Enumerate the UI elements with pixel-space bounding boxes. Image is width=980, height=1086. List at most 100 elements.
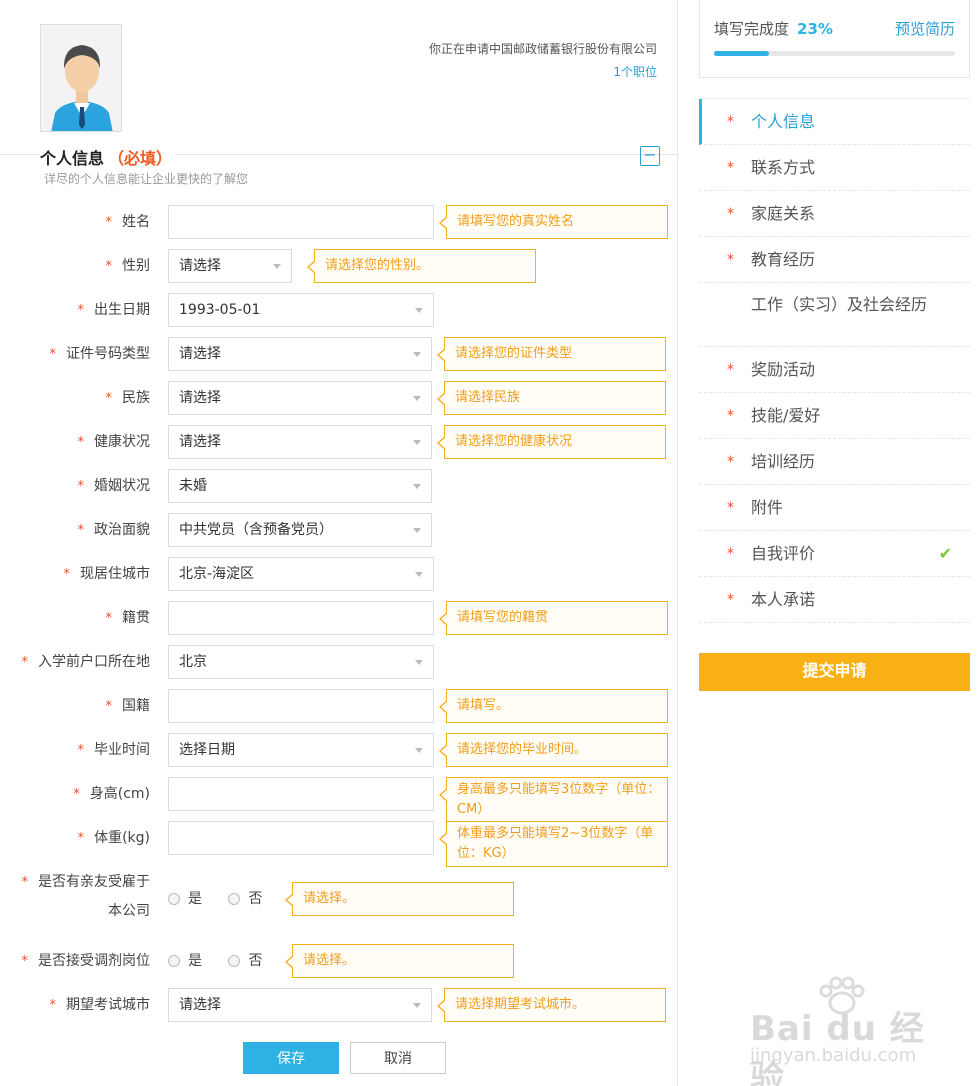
health-tip: 请选择您的健康状况 <box>437 425 666 459</box>
nav-item-label: 技能/爱好 <box>751 406 821 425</box>
field-label: * 国籍 <box>105 698 151 714</box>
marital-select[interactable]: 未婚 <box>168 469 432 503</box>
native-place-input[interactable] <box>168 601 434 635</box>
nav-item[interactable]: * 技能/爱好 <box>699 393 970 439</box>
required-star: * <box>727 114 734 130</box>
nav-item-label: 附件 <box>751 498 784 517</box>
watermark-text: Bai du 经验 <box>750 1009 925 1086</box>
field-label: * 入学前户口所在地 <box>21 654 151 670</box>
nav-item-label: 工作（实习）及社会经历 <box>751 295 928 314</box>
field-label: * 出生日期 <box>77 302 151 318</box>
relatives-yes-option[interactable]: 是 <box>168 882 202 916</box>
graduation-date-select[interactable]: 选择日期 <box>168 733 434 767</box>
check-icon: ✔ <box>938 544 952 563</box>
id-type-select[interactable]: 请选择 <box>168 337 432 371</box>
collapse-button[interactable]: − <box>640 146 660 166</box>
adjust-radio-group: 是 否 <box>168 944 284 978</box>
progress-bar <box>714 51 955 56</box>
adjust-yes-option[interactable]: 是 <box>168 944 202 978</box>
field-label: * 性别 <box>105 258 151 274</box>
nav-item-label: 联系方式 <box>751 158 816 177</box>
field-label: * 是否有亲友受雇于 本公司 <box>21 874 151 919</box>
gender-select[interactable]: 请选择 <box>168 249 292 283</box>
field-label: * 政治面貌 <box>77 522 151 538</box>
required-tag: （必填） <box>108 149 173 168</box>
progress-label: 填写完成度 23% <box>714 20 833 38</box>
id-type-tip: 请选择您的证件类型 <box>437 337 666 371</box>
nav-item[interactable]: * 个人信息 <box>699 99 970 145</box>
nav-item[interactable]: * 奖励活动 <box>699 347 970 393</box>
nav-item[interactable]: * 联系方式 <box>699 145 970 191</box>
field-label: * 体重(kg) <box>77 830 150 846</box>
field-label: * 民族 <box>105 390 151 406</box>
field-label: * 毕业时间 <box>77 742 151 758</box>
nav-item[interactable]: * 培训经历 <box>699 439 970 485</box>
required-star: * <box>727 252 734 268</box>
submit-application-button[interactable]: 提交申请 <box>699 653 970 691</box>
weight-tip: 体重最多只能填写2~3位数字（单位：KG） <box>439 821 668 867</box>
completion-progress-card: 填写完成度 23% 预览简历 <box>699 0 970 78</box>
field-label: * 籍贯 <box>105 610 151 626</box>
radio-icon <box>228 955 241 967</box>
resume-section-nav: * 个人信息 * 联系方式 * 家庭关系 * 教育经历 工作（实习）及社会经历 * 奖励活动 * 技能/… <box>699 98 970 623</box>
ethnicity-select[interactable]: 请选择 <box>168 381 432 415</box>
nav-item-label: 家庭关系 <box>751 204 816 223</box>
relatives-tip: 请选择。 <box>285 882 514 916</box>
radio-icon <box>168 893 180 905</box>
relatives-radio-group: 是 否 <box>168 882 284 916</box>
nav-item[interactable]: * 家庭关系 <box>699 191 970 237</box>
exam-city-select[interactable]: 请选择 <box>168 988 432 1022</box>
required-star: * <box>727 592 734 608</box>
field-label: * 婚姻状况 <box>77 478 151 494</box>
positions-link[interactable]: 1个职位 <box>613 63 657 80</box>
nav-item-label: 自我评价 <box>751 544 816 563</box>
weight-input[interactable] <box>168 821 434 855</box>
adjust-no-option[interactable]: 否 <box>228 944 262 978</box>
field-label: * 健康状况 <box>77 434 151 450</box>
birth-date-select[interactable]: 1993-05-01 <box>168 293 434 327</box>
political-select[interactable]: 中共党员（含预备党员） <box>168 513 432 547</box>
applying-company-text: 你正在申请中国邮政储蓄银行股份有限公司 <box>428 42 657 56</box>
field-label: * 期望考试城市 <box>49 997 151 1013</box>
required-star: * <box>727 408 734 424</box>
nav-item[interactable]: * 本人承诺 <box>699 577 970 623</box>
required-star: * <box>727 362 734 378</box>
graduation-tip: 请选择您的毕业时间。 <box>439 733 668 767</box>
name-tip: 请填写您的真实姓名 <box>439 205 668 239</box>
field-label: * 身高(cm) <box>73 786 150 802</box>
watermark-url: jingyan.baidu.com <box>750 1045 917 1066</box>
exam-city-tip: 请选择期望考试城市。 <box>437 988 666 1022</box>
radio-icon <box>168 955 180 967</box>
relatives-no-option[interactable]: 否 <box>228 882 262 916</box>
height-input[interactable] <box>168 777 434 811</box>
nav-item-label: 本人承诺 <box>751 590 816 609</box>
health-select[interactable]: 请选择 <box>168 425 432 459</box>
nationality-input[interactable] <box>168 689 434 723</box>
adjust-tip: 请选择。 <box>285 944 514 978</box>
required-star: * <box>727 454 734 470</box>
ethnicity-tip: 请选择民族 <box>437 381 666 415</box>
nav-item[interactable]: * 附件 <box>699 485 970 531</box>
nationality-tip: 请填写。 <box>439 689 668 723</box>
nav-item-label: 个人信息 <box>751 112 816 131</box>
required-star: * <box>727 160 734 176</box>
required-star: * <box>727 546 734 562</box>
nav-item-label: 培训经历 <box>751 452 816 471</box>
native-tip: 请填写您的籍贯 <box>439 601 668 635</box>
field-label: * 证件号码类型 <box>49 346 151 362</box>
section-subtitle: 详尽的个人信息能让企业更快的了解您 <box>44 172 249 186</box>
city-select[interactable]: 北京-海淀区 <box>168 557 434 591</box>
name-input[interactable] <box>168 205 434 239</box>
field-label: * 现居住城市 <box>63 566 151 582</box>
nav-item[interactable]: 工作（实习）及社会经历 <box>699 283 970 347</box>
preview-resume-link[interactable]: 预览简历 <box>895 18 955 39</box>
save-button[interactable]: 保存 <box>243 1042 339 1074</box>
hukou-select[interactable]: 北京 <box>168 645 434 679</box>
required-star: * <box>727 206 734 222</box>
required-star: * <box>727 500 734 516</box>
section-title-text: 个人信息 <box>40 149 105 168</box>
cancel-button[interactable]: 取消 <box>350 1042 446 1074</box>
nav-item[interactable]: * 教育经历 <box>699 237 970 283</box>
nav-item[interactable]: * 自我评价 ✔ <box>699 531 970 577</box>
field-label: * 是否接受调剂岗位 <box>21 953 151 969</box>
